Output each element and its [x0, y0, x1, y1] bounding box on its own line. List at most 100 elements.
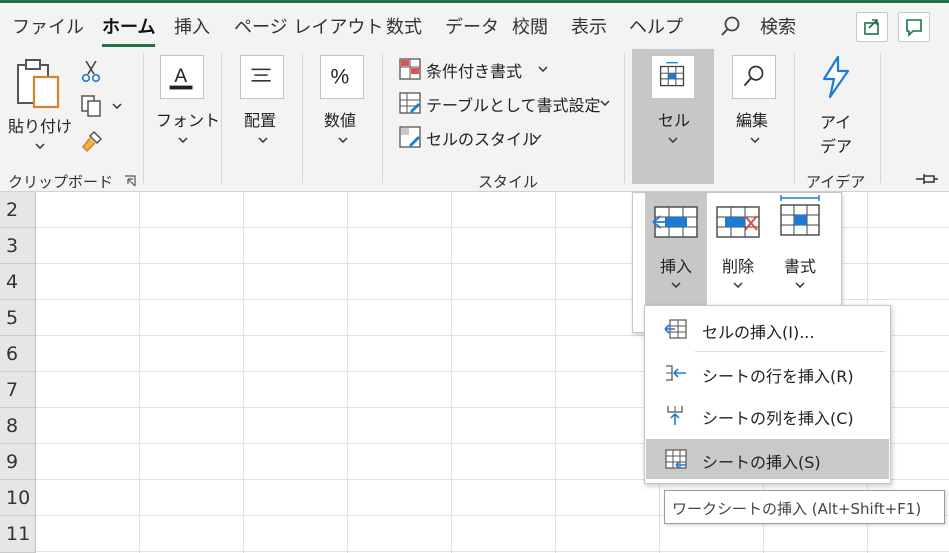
pin-icon[interactable] [914, 171, 940, 187]
format-label: 書式 [783, 257, 816, 276]
cond-format-icon [399, 58, 421, 80]
row-header[interactable]: 8 [0, 408, 36, 444]
menu-label: シートの行を挿入(R) [702, 367, 854, 386]
ribbon: 貼り付け クリップボード A フォント 配置 % 数値 条件付き書式 テーブルと… [0, 47, 949, 192]
alignment-label: 配置 [244, 111, 277, 130]
tab-file[interactable]: ファイル [12, 13, 84, 39]
align-icon [240, 55, 284, 99]
chevron-down-icon [338, 137, 348, 143]
number-label: 数値 [324, 111, 357, 130]
chevron-down-icon [258, 137, 268, 143]
editing-label: 編集 [736, 111, 769, 130]
tab-formulas[interactable]: 数式 [386, 13, 422, 39]
menu-item-insert-columns[interactable]: シートの列を挿入(C) [646, 395, 889, 435]
menu-label: シートの列を挿入(C) [702, 409, 854, 428]
insert-cells-icon [664, 319, 687, 339]
column-gridline [347, 192, 348, 553]
menu-item-insert-cells[interactable]: セルの挿入(I)... [646, 309, 889, 349]
format-painter-icon[interactable] [80, 129, 104, 153]
ideas-label-2: デア [820, 137, 853, 156]
cells-icon [651, 55, 695, 99]
chevron-down-icon [538, 66, 548, 72]
group-separator [624, 53, 625, 183]
alignment-button[interactable]: 配置 [230, 51, 294, 161]
row-header[interactable]: 7 [0, 372, 36, 408]
menu-label: セルの挿入(I)... [702, 323, 815, 342]
insert-sheet-icon [665, 449, 687, 469]
editing-button[interactable]: 編集 [722, 51, 786, 161]
row-header[interactable]: 9 [0, 444, 36, 480]
insert-cells-button[interactable]: 挿入 [645, 193, 707, 305]
row-header[interactable]: 10 [0, 480, 36, 516]
delete-cells-icon [716, 206, 760, 238]
cells-button[interactable]: セル [632, 49, 714, 184]
chevron-down-icon [600, 100, 610, 106]
delete-label: 削除 [721, 257, 754, 276]
chevron-down-icon [750, 137, 760, 143]
tab-review[interactable]: 校閲 [512, 13, 548, 39]
cut-icon[interactable] [80, 59, 102, 83]
chevron-down-icon [668, 137, 678, 143]
insert-menu: セルの挿入(I)... シートの行を挿入(R) シートの列を挿入(C) シートの… [644, 305, 891, 484]
dialog-launcher-icon[interactable] [124, 175, 136, 187]
chevron-down-icon [112, 103, 122, 109]
cells-label: セル [658, 111, 691, 130]
comments-button[interactable] [898, 12, 930, 42]
row-header[interactable]: 4 [0, 264, 36, 300]
conditional-format-button[interactable]: 条件付き書式 [396, 56, 556, 82]
tab-insert[interactable]: 挿入 [174, 13, 210, 39]
svg-text:A: A [174, 66, 187, 87]
insert-label: 挿入 [659, 257, 692, 276]
clipboard-group-label: クリップボード [8, 173, 114, 191]
menu-item-insert-sheet[interactable]: シートの挿入(S) [646, 439, 889, 479]
tab-data[interactable]: データ [445, 13, 499, 39]
tab-page-layout[interactable]: ページ レイアウト [234, 13, 383, 39]
comment-icon [906, 19, 922, 37]
copy-button[interactable] [78, 93, 124, 119]
svg-text:%: % [331, 66, 350, 89]
menu-item-insert-rows[interactable]: シートの行を挿入(R) [646, 353, 889, 393]
column-gridline [555, 192, 556, 553]
group-separator [794, 53, 795, 183]
tab-search[interactable]: 検索 [760, 13, 796, 39]
tab-help[interactable]: ヘルプ [629, 13, 683, 39]
tab-home[interactable]: ホーム [102, 13, 155, 39]
paste-button[interactable]: 貼り付け [4, 55, 72, 157]
font-label: フォント [156, 111, 221, 130]
row-header[interactable]: 2 [0, 192, 36, 228]
copy-icon [81, 95, 101, 117]
row-header[interactable]: 3 [0, 228, 36, 264]
share-button[interactable] [856, 12, 888, 42]
group-separator [880, 53, 881, 183]
format-as-table-button[interactable]: テーブルとして書式設定 [396, 90, 616, 116]
ideas-group-label: アイデア [806, 173, 866, 191]
row-header[interactable]: 5 [0, 300, 36, 336]
search-icon[interactable] [720, 15, 742, 37]
cell-styles-button[interactable]: セルのスタイル [396, 124, 556, 150]
format-cells-button[interactable]: 書式 [769, 193, 831, 305]
chevron-down-icon [733, 282, 743, 288]
row-header[interactable]: 11 [0, 516, 36, 553]
chevron-down-icon [795, 282, 805, 288]
font-button[interactable]: A フォント [150, 51, 220, 161]
number-button[interactable]: % 数値 [310, 51, 374, 161]
chevron-down-icon [35, 143, 45, 149]
percent-icon: % [320, 55, 364, 99]
chevron-down-icon [671, 282, 681, 288]
tooltip: ワークシートの挿入 (Alt+Shift+F1) [664, 490, 945, 524]
insert-columns-icon [667, 406, 683, 425]
row-header[interactable]: 6 [0, 336, 36, 372]
chevron-down-icon [532, 134, 542, 140]
column-gridline [451, 192, 452, 553]
group-separator [143, 53, 144, 183]
delete-cells-button[interactable]: 削除 [707, 193, 769, 305]
ideas-label-1: アイ [820, 113, 852, 132]
row-gridline [36, 551, 949, 552]
paste-icon [17, 59, 60, 109]
menu-label: シートの挿入(S) [702, 453, 821, 472]
column-gridline [139, 192, 140, 553]
ideas-button[interactable]: アイ デア [806, 53, 866, 163]
tab-view[interactable]: 表示 [571, 13, 607, 39]
styles-group-label: スタイル [478, 173, 539, 191]
column-gridline [243, 192, 244, 553]
